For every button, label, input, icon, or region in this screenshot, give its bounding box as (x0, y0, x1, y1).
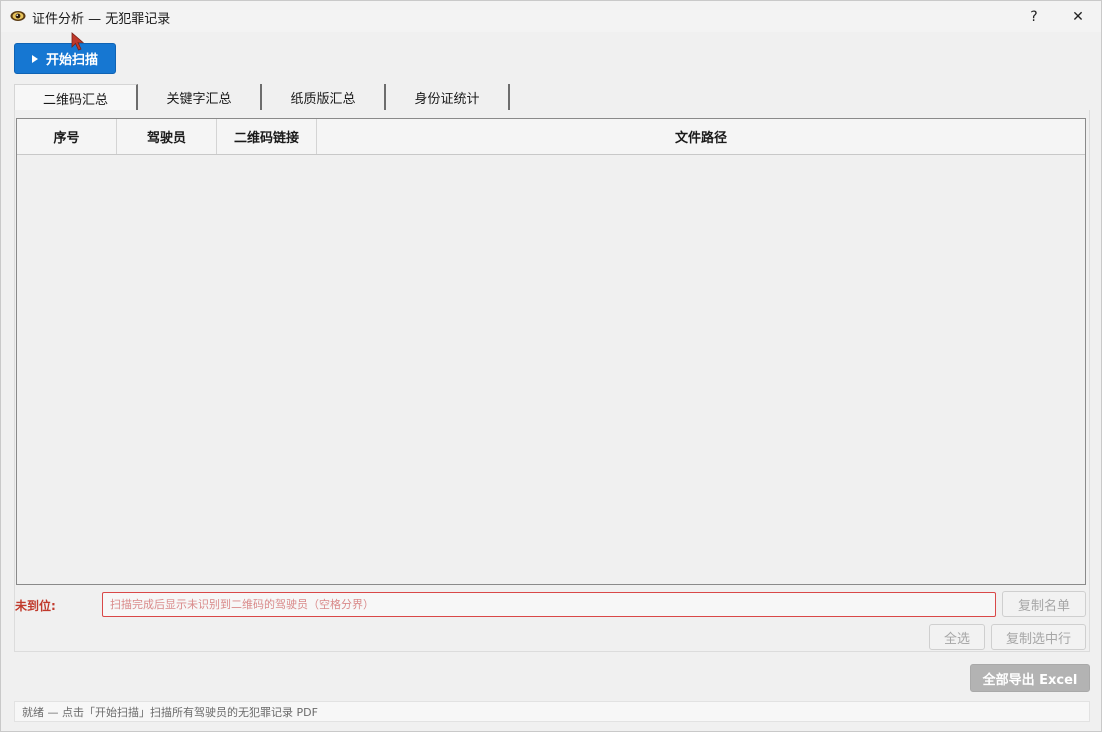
results-table[interactable]: 序号 驾驶员 二维码链接 文件路径 (16, 118, 1086, 585)
copy-selected-button[interactable]: 复制选中行 (991, 624, 1086, 650)
column-header-file-path[interactable]: 文件路径 (317, 119, 1085, 154)
eye-icon (10, 11, 26, 21)
tab-keyword-summary[interactable]: 关键字汇总 (138, 84, 262, 111)
mouse-cursor-icon (71, 32, 85, 51)
missing-label: 未到位: (15, 599, 56, 613)
main-window: 证件分析 — 无犯罪记录 ? ✕ 开始扫描 二维码汇总 关键字汇总 纸质版汇总 … (0, 0, 1102, 732)
column-header-qr-link[interactable]: 二维码链接 (217, 119, 317, 154)
column-header-index[interactable]: 序号 (17, 119, 117, 154)
start-scan-button[interactable]: 开始扫描 (14, 43, 116, 74)
window-title: 证件分析 — 无犯罪记录 (32, 12, 171, 27)
missing-drivers-input[interactable] (102, 592, 996, 617)
status-bar: 就绪 — 点击「开始扫描」扫描所有驾驶员的无犯罪记录 PDF (14, 701, 1090, 722)
close-button[interactable]: ✕ (1055, 1, 1101, 32)
tab-qrcode-summary[interactable]: 二维码汇总 (14, 84, 138, 111)
table-header: 序号 驾驶员 二维码链接 文件路径 (17, 119, 1085, 155)
help-button[interactable]: ? (1011, 1, 1057, 32)
select-all-button[interactable]: 全选 (929, 624, 985, 650)
title-bar: 证件分析 — 无犯罪记录 ? ✕ (1, 1, 1101, 32)
copy-list-button[interactable]: 复制名单 (1002, 591, 1086, 617)
play-icon (31, 54, 38, 63)
tab-bar: 二维码汇总 关键字汇总 纸质版汇总 身份证统计 (14, 84, 510, 111)
export-excel-button[interactable]: 全部导出 Excel (970, 664, 1090, 692)
column-header-driver[interactable]: 驾驶员 (117, 119, 217, 154)
tab-paper-summary[interactable]: 纸质版汇总 (262, 84, 386, 111)
tab-idcard-stats[interactable]: 身份证统计 (386, 84, 510, 111)
